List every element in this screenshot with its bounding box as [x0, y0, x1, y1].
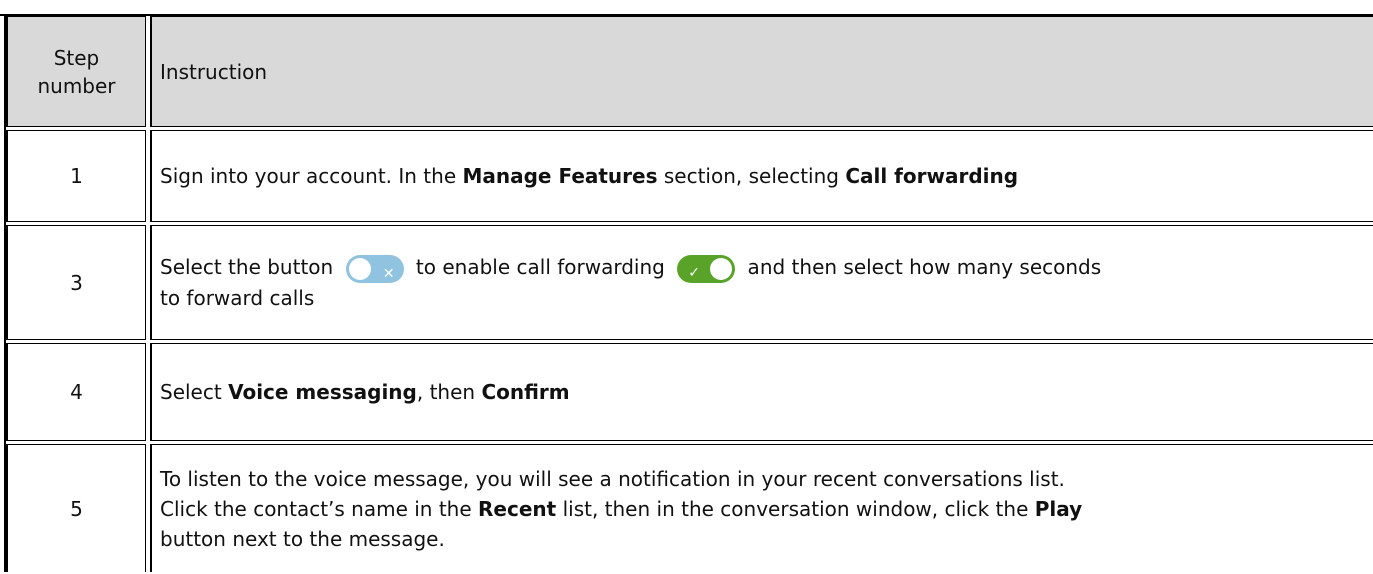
instruction-text-line1: To listen to the voice message, you will… [160, 466, 1065, 491]
step-cell-4: 4 [6, 343, 146, 441]
step-number: 5 [70, 496, 83, 521]
instruction-text: Sign into your account. In the Manage Fe… [160, 164, 1019, 188]
step-cell-5: 5 [6, 444, 146, 572]
bold-term-manage-features: Manage Features [462, 164, 658, 188]
header-step-number: Step number [6, 16, 146, 127]
step-cell-1: 1 [6, 130, 146, 222]
instruction-cell-1: Sign into your account. In the Manage Fe… [150, 130, 1373, 222]
bold-term-play: Play [1034, 496, 1083, 521]
toggle-on-icon: ✓ [677, 254, 736, 283]
instruction-cell-4: Select Voice messaging, then Confirm [150, 343, 1373, 441]
instruction-text: Select Voice messaging, then Confirm [160, 380, 570, 404]
bold-term-recent: Recent [478, 496, 557, 521]
step-number: 4 [70, 380, 83, 404]
instruction-text-line2: to forward calls [160, 285, 315, 310]
header-step-line1: Step [53, 45, 100, 70]
header-step-line2: number [37, 73, 116, 98]
instruction-cell-5: To listen to the voice message, you will… [150, 444, 1373, 572]
instruction-text-line2: Click the contact’s name in the Recent l… [160, 496, 1083, 521]
step-cell-3: 3 [6, 225, 146, 340]
instruction-text: Select the button ✕ to enable call forwa… [160, 254, 1102, 283]
instruction-text-line3: button next to the message. [160, 526, 445, 551]
header-instruction-label: Instruction [160, 59, 268, 84]
toggle-off-icon: ✕ [345, 254, 404, 283]
step-number: 1 [70, 164, 83, 188]
bold-term-voice-messaging: Voice messaging [228, 380, 417, 404]
bold-term-call-forwarding: Call forwarding [845, 164, 1019, 188]
instruction-cell-3: Select the button ✕ to enable call forwa… [150, 225, 1373, 340]
bold-term-confirm: Confirm [481, 380, 570, 404]
header-instruction: Instruction [150, 16, 1373, 127]
step-number: 3 [70, 270, 83, 295]
